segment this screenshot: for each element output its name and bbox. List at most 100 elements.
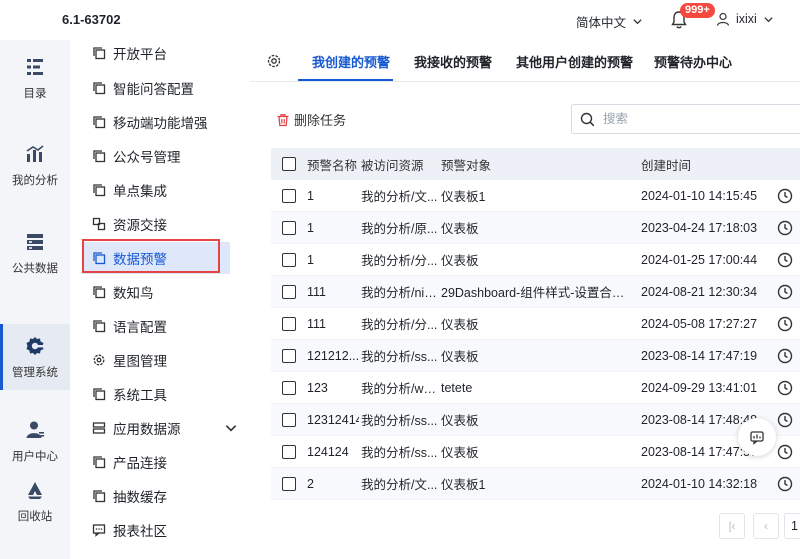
cell-resource: 我的分析/ss...	[361, 350, 438, 364]
table-row[interactable]: 124124 我的分析/ss... 仪表板 2023-08-14 17:47:57	[271, 436, 800, 468]
table-row[interactable]: 121212... 我的分析/ss... 仪表板 2023-08-14 17:47:1…	[271, 340, 800, 372]
history-icon[interactable]	[776, 251, 794, 269]
copy-icon	[93, 320, 106, 333]
submenu-item-language-config[interactable]: 语言配置	[82, 310, 242, 342]
rail-item-public-data[interactable]: 公共数据	[0, 220, 70, 286]
rail-item-recycle-bin[interactable]: 回收站	[0, 468, 70, 534]
history-icon[interactable]	[776, 283, 794, 301]
submenu-item-open-platform[interactable]: 开放平台	[82, 37, 242, 69]
chart-icon	[26, 144, 44, 162]
tab-my-alerts[interactable]: 我创建的预警	[312, 52, 390, 71]
cell-alert-name: 2	[307, 476, 314, 491]
left-rail: 目录 我的分析 公共数据 管理系统 用户中心 回收站	[0, 40, 70, 559]
column-header-created-time[interactable]: 创建时间	[641, 155, 781, 174]
cell-created-time: 2024-01-10 14:15:45	[641, 188, 758, 203]
rail-item-catalog[interactable]: 目录	[0, 45, 70, 111]
username: ixixi	[736, 12, 757, 26]
delete-task-button[interactable]: 删除任务	[276, 110, 346, 129]
submenu-item-resource-handover[interactable]: 资源交接	[82, 208, 242, 240]
table-row[interactable]: 111 我的分析/分... 仪表板 2024-05-08 17:27:27	[271, 308, 800, 340]
cell-target: 29Dashboard-组件样式-设置合计...	[441, 286, 633, 300]
row-checkbox[interactable]	[282, 188, 296, 203]
rail-item-user-center[interactable]: 用户中心	[0, 408, 70, 474]
column-header-alert-name[interactable]: 预警名称	[307, 155, 359, 174]
table-row[interactable]: 111 我的分析/nin... 29Dashboard-组件样式-设置合计... 20…	[271, 276, 800, 308]
row-checkbox[interactable]	[282, 476, 296, 491]
submenu-label: 应用数据源	[113, 422, 181, 437]
table-row[interactable]: 1 我的分析/文... 仪表板1 2024-01-10 14:15:45	[271, 180, 800, 212]
chevron-down-icon	[633, 19, 642, 25]
submenu-item-data-alert[interactable]: 数据预警	[82, 239, 230, 274]
submenu-label: 单点集成	[113, 184, 167, 199]
submenu-item-smart-qa[interactable]: 智能问答配置	[82, 72, 242, 104]
cell-alert-name: 111	[307, 284, 327, 299]
submenu-item-system-tools[interactable]: 系统工具	[82, 378, 242, 410]
floating-assistant-button[interactable]	[738, 418, 776, 456]
table-row[interactable]: 1 我的分析/分... 仪表板 2024-01-25 17:00:44	[271, 244, 800, 276]
submenu-item-star-map[interactable]: 星图管理	[82, 344, 242, 376]
cell-target: 仪表板	[441, 414, 479, 428]
tab-other-users-alerts[interactable]: 其他用户创建的预警	[516, 52, 633, 71]
history-icon[interactable]	[776, 347, 794, 365]
select-all-checkbox[interactable]	[282, 157, 296, 171]
row-checkbox[interactable]	[282, 284, 296, 299]
cell-target: 仪表板	[441, 222, 479, 236]
cell-alert-name: 111	[307, 316, 327, 331]
language-selector[interactable]: 简体中文	[576, 12, 643, 31]
rail-label: 管理系统	[12, 366, 58, 379]
history-icon[interactable]	[776, 187, 794, 205]
cell-alert-name: 124124	[307, 444, 349, 459]
settings-icon[interactable]	[266, 53, 282, 69]
current-page-indicator[interactable]: 1	[784, 513, 800, 539]
search-box	[571, 104, 800, 134]
table-row[interactable]: 1 我的分析/原... 仪表板 2023-04-24 17:18:03	[271, 212, 800, 244]
submenu-item-sso[interactable]: 单点集成	[82, 174, 242, 206]
history-icon[interactable]	[776, 443, 794, 461]
table-row[interactable]: 12312414 我的分析/ss... 仪表板 2023-08-14 17:48:48	[271, 404, 800, 436]
history-icon[interactable]	[776, 379, 794, 397]
search-input[interactable]	[603, 112, 783, 126]
submenu-item-product-connect[interactable]: 产品连接	[82, 446, 242, 478]
row-checkbox[interactable]	[282, 412, 296, 427]
copy-icon	[93, 116, 106, 129]
row-checkbox[interactable]	[282, 252, 296, 267]
submenu-item-extract-cache[interactable]: 抽数缓存	[82, 480, 242, 512]
submenu-label: 资源交接	[113, 218, 167, 233]
cell-target: 仪表板	[441, 350, 479, 364]
history-icon[interactable]	[776, 411, 794, 429]
table-row[interactable]: 2 我的分析/文... 仪表板1 2024-01-10 14:32:18	[271, 468, 800, 500]
cell-created-time: 2023-08-14 17:47:19	[641, 348, 758, 363]
user-menu[interactable]: ixixi	[716, 12, 774, 26]
cell-resource: 我的分析/文...	[361, 478, 438, 492]
chevron-down-icon	[225, 425, 237, 432]
column-header-target[interactable]: 预警对象	[441, 155, 633, 174]
row-checkbox[interactable]	[282, 220, 296, 235]
cell-created-time: 2024-01-25 17:00:44	[641, 252, 758, 267]
submenu-item-shuzhiniao[interactable]: 数知鸟	[82, 276, 242, 308]
submenu-item-report-community[interactable]: 报表社区	[82, 514, 242, 546]
row-checkbox[interactable]	[282, 316, 296, 331]
history-icon[interactable]	[776, 219, 794, 237]
assistant-icon	[750, 431, 764, 445]
rail-item-admin-system[interactable]: 管理系统	[0, 324, 70, 390]
submenu-item-official-account[interactable]: 公众号管理	[82, 140, 242, 172]
cell-target: 仪表板	[441, 254, 479, 268]
active-tab-indicator	[298, 79, 393, 81]
alert-table: 预警名称 被访问资源 预警对象 创建时间 1 我的分析/文... 仪表板1 2024-…	[271, 148, 800, 500]
row-checkbox[interactable]	[282, 348, 296, 363]
row-checkbox[interactable]	[282, 380, 296, 395]
first-page-button[interactable]: |‹	[719, 513, 745, 539]
cell-resource: 我的分析/ss...	[361, 446, 438, 460]
history-icon[interactable]	[776, 475, 794, 493]
table-row[interactable]: 123 我的分析/wy... tetete 2024-09-29 13:41:01	[271, 372, 800, 404]
column-header-resource[interactable]: 被访问资源	[361, 155, 439, 174]
history-icon[interactable]	[776, 315, 794, 333]
submenu-label: 数知鸟	[113, 286, 154, 301]
prev-page-button[interactable]: ‹	[753, 513, 779, 539]
tab-alert-todo-center[interactable]: 预警待办中心	[654, 52, 732, 71]
rail-item-my-analysis[interactable]: 我的分析	[0, 132, 70, 198]
submenu-item-app-datasource[interactable]: 应用数据源	[82, 412, 242, 444]
submenu-item-mobile-enhance[interactable]: 移动端功能增强	[82, 106, 242, 138]
row-checkbox[interactable]	[282, 444, 296, 459]
tab-received-alerts[interactable]: 我接收的预警	[414, 52, 492, 71]
